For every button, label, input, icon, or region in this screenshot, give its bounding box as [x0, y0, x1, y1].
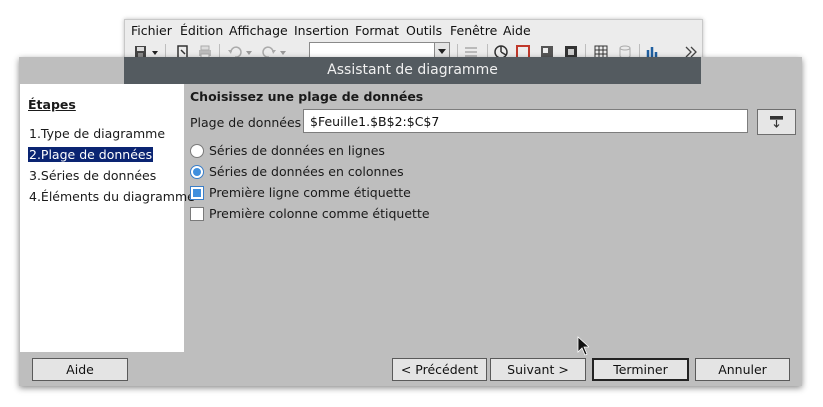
cancel-button[interactable]: Annuler [695, 358, 790, 381]
finish-button[interactable]: Terminer [592, 358, 689, 381]
mouse-cursor-icon [577, 336, 589, 356]
steps-panel: Étapes 1.Type de diagramme 2.Plage de do… [20, 84, 195, 352]
dialog-titlebar[interactable]: Assistant de diagramme [124, 57, 701, 84]
radio-series-in-rows[interactable] [190, 144, 204, 158]
step-data-range[interactable]: 2.Plage de données [28, 147, 154, 162]
next-button[interactable]: Suivant > [490, 358, 586, 381]
option-label: Première colonne comme étiquette [209, 206, 430, 221]
menu-outils[interactable]: Outils [406, 23, 442, 38]
select-range-button[interactable] [757, 109, 796, 135]
option-label: Séries de données en lignes [209, 143, 385, 158]
radio-series-in-columns[interactable] [190, 165, 204, 179]
step-data-series[interactable]: 3.Séries de données [28, 168, 157, 183]
dialog-title: Assistant de diagramme [327, 62, 498, 78]
previous-button[interactable]: < Précédent [392, 358, 487, 381]
menu-aide[interactable]: Aide [503, 23, 531, 38]
option-label: Première ligne comme étiquette [209, 185, 411, 200]
checkbox-first-column-label[interactable] [190, 207, 204, 221]
menu-fichier[interactable]: Fichier [131, 23, 172, 38]
menu-edition[interactable]: Édition [180, 23, 223, 38]
step-chart-type[interactable]: 1.Type de diagramme [28, 126, 166, 141]
option-label: Séries de données en colonnes [209, 164, 404, 179]
chart-wizard-dialog: Assistant de diagramme Étapes 1.Type de … [19, 57, 802, 386]
shrink-dialog-icon [770, 116, 783, 128]
step-chart-elements[interactable]: 4.Éléments du diagramme [28, 189, 196, 204]
menu-format[interactable]: Format [355, 23, 399, 38]
menu-insertion[interactable]: Insertion [294, 23, 349, 38]
data-range-label: Plage de données : [190, 115, 310, 130]
steps-heading: Étapes [28, 97, 76, 112]
content-title: Choisissez une plage de données [190, 89, 424, 104]
help-button[interactable]: Aide [32, 358, 128, 381]
menubar: Fichier Édition Affichage Insertion Form… [125, 20, 702, 40]
menu-fenetre[interactable]: Fenêtre [450, 23, 497, 38]
data-range-input[interactable] [303, 109, 748, 133]
checkbox-first-row-label[interactable] [190, 186, 204, 200]
menu-affichage[interactable]: Affichage [229, 23, 288, 38]
